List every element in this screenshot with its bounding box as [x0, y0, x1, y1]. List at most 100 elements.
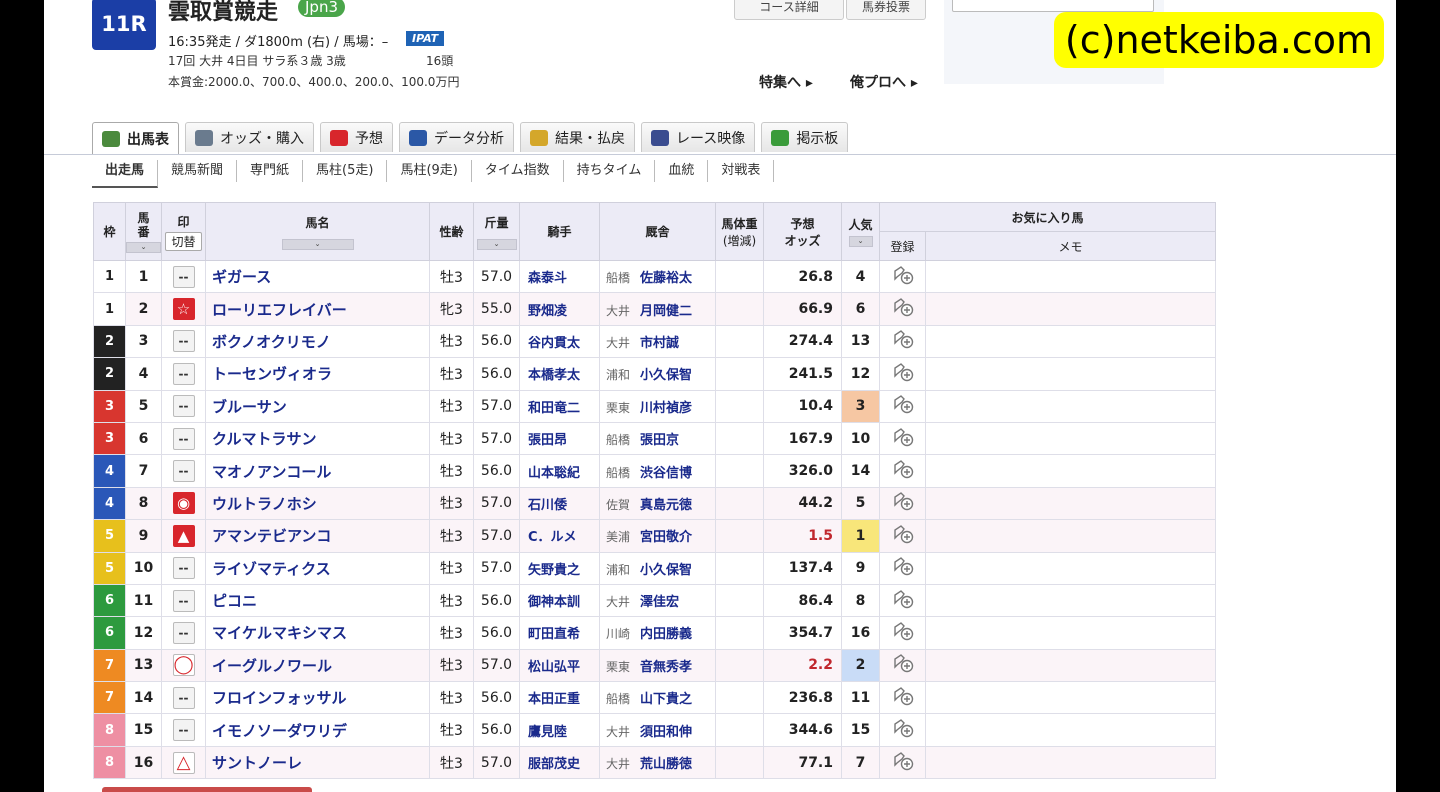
subtab-4[interactable]: 馬柱(9走): [387, 160, 472, 182]
memo-cell[interactable]: [925, 292, 1216, 326]
toggle-button[interactable]: 切替: [165, 231, 202, 251]
trainer-link[interactable]: 真島元徳: [640, 498, 692, 513]
memo-cell[interactable]: [925, 421, 1216, 456]
mark-button[interactable]: --: [172, 589, 195, 612]
sort-weight-icon[interactable]: ⌄: [476, 238, 517, 250]
jockey-link[interactable]: 森泰斗: [519, 259, 600, 294]
favorite-add-icon[interactable]: [879, 551, 926, 585]
tab-0[interactable]: 出馬表: [92, 122, 179, 155]
mark-button[interactable]: --: [172, 719, 195, 742]
jockey-link[interactable]: 石川倭: [519, 486, 600, 521]
horse-name-link[interactable]: アマンテビアンコ: [205, 519, 430, 553]
subtab-1[interactable]: 競馬新聞: [158, 160, 238, 182]
tab-3[interactable]: データ分析: [399, 122, 514, 152]
trainer-link[interactable]: 宮田敬介: [640, 530, 692, 545]
jockey-link[interactable]: 野畑凌: [519, 292, 600, 326]
memo-cell[interactable]: [925, 486, 1216, 521]
favorite-add-icon[interactable]: [879, 357, 926, 391]
favorite-add-icon[interactable]: [879, 519, 926, 553]
trainer-link[interactable]: 須田和伸: [640, 725, 692, 740]
tab-4[interactable]: 結果・払戻: [520, 122, 635, 152]
mark-button[interactable]: ◉: [172, 492, 195, 515]
jockey-link[interactable]: 町田直希: [519, 616, 600, 650]
tab-6[interactable]: 掲示板: [761, 122, 849, 152]
vote-button[interactable]: 馬券投票: [846, 0, 926, 20]
memo-cell[interactable]: [925, 648, 1216, 683]
memo-cell[interactable]: [925, 713, 1216, 747]
mark-button[interactable]: --: [172, 621, 195, 644]
subtab-3[interactable]: 馬柱(5走): [303, 160, 388, 182]
horse-name-link[interactable]: ボクノオクリモノ: [205, 324, 430, 359]
header-name[interactable]: 馬名 ⌄: [205, 202, 430, 261]
pro-link[interactable]: 俺プロへ ▸: [850, 72, 918, 92]
favorite-add-icon[interactable]: [879, 292, 926, 326]
trainer-link[interactable]: 渋谷信博: [640, 466, 692, 481]
memo-cell[interactable]: [925, 454, 1216, 488]
trainer-link[interactable]: 音無秀孝: [640, 660, 692, 675]
header-uma[interactable]: 馬番 ⌄: [125, 202, 162, 261]
mark-button[interactable]: ☆: [172, 298, 195, 321]
trainer-link[interactable]: 荒山勝徳: [640, 757, 692, 772]
sort-pop-icon[interactable]: ⌄: [848, 236, 873, 247]
favorite-add-icon[interactable]: [879, 583, 926, 618]
horse-name-link[interactable]: イーグルノワール: [205, 648, 430, 683]
mark-button[interactable]: --: [172, 265, 195, 288]
horse-name-link[interactable]: サントノーレ: [205, 745, 430, 780]
favorite-add-icon[interactable]: [879, 421, 926, 456]
subtab-8[interactable]: 対戦表: [708, 160, 775, 182]
special-link[interactable]: 特集へ ▸: [759, 72, 813, 92]
jockey-link[interactable]: 松山弘平: [519, 648, 600, 683]
jockey-link[interactable]: 矢野貴之: [519, 551, 600, 585]
memo-cell[interactable]: [925, 389, 1216, 423]
horse-name-link[interactable]: ライゾマティクス: [205, 551, 430, 585]
sort-uma-icon[interactable]: ⌄: [126, 241, 161, 253]
favorite-add-icon[interactable]: [879, 324, 926, 359]
trainer-link[interactable]: 山下貴之: [640, 692, 692, 707]
memo-cell[interactable]: [925, 583, 1216, 618]
subtab-0[interactable]: 出走馬: [92, 160, 159, 188]
trainer-link[interactable]: 月岡健二: [640, 304, 692, 319]
favorite-add-icon[interactable]: [879, 389, 926, 423]
memo-cell[interactable]: [925, 259, 1216, 294]
horse-name-link[interactable]: マオノアンコール: [205, 454, 430, 488]
horse-name-link[interactable]: マイケルマキシマス: [205, 616, 430, 650]
jockey-link[interactable]: 鷹見陸: [519, 713, 600, 747]
horse-name-link[interactable]: ピコニ: [205, 583, 430, 618]
favorite-add-icon[interactable]: [879, 259, 926, 294]
trainer-link[interactable]: 澤佳宏: [640, 595, 679, 610]
memo-cell[interactable]: [925, 616, 1216, 650]
course-detail-button[interactable]: コース詳細: [734, 0, 844, 20]
jockey-link[interactable]: 山本聡紀: [519, 454, 600, 488]
subtab-2[interactable]: 専門紙: [237, 160, 304, 182]
favorite-add-icon[interactable]: [879, 745, 926, 780]
trainer-link[interactable]: 市村誠: [640, 336, 679, 351]
trainer-link[interactable]: 小久保智: [640, 563, 692, 578]
horse-name-link[interactable]: トーセンヴィオラ: [205, 357, 430, 391]
favorite-add-icon[interactable]: [879, 616, 926, 650]
trainer-link[interactable]: 張田京: [640, 433, 679, 448]
mark-button[interactable]: △: [172, 751, 195, 774]
memo-cell[interactable]: [925, 357, 1216, 391]
horse-name-link[interactable]: フロインフォッサル: [205, 681, 430, 715]
ipat-badge[interactable]: IPAT: [406, 31, 445, 46]
favorite-add-icon[interactable]: [879, 681, 926, 715]
subtab-6[interactable]: 持ちタイム: [564, 160, 656, 182]
mark-button[interactable]: --: [172, 460, 195, 483]
trainer-link[interactable]: 内田勝義: [640, 627, 692, 642]
mark-button[interactable]: --: [172, 362, 195, 385]
jockey-link[interactable]: 谷内貫太: [519, 324, 600, 359]
jockey-link[interactable]: 本田正重: [519, 681, 600, 715]
jockey-link[interactable]: 和田竜二: [519, 389, 600, 423]
mark-button[interactable]: --: [172, 557, 195, 580]
header-weight[interactable]: 斤量 ⌄: [473, 202, 520, 261]
jockey-link[interactable]: 張田昂: [519, 421, 600, 456]
trainer-link[interactable]: 川村禎彦: [640, 401, 692, 416]
sort-name-icon[interactable]: ⌄: [281, 238, 354, 250]
jockey-link[interactable]: 御神本訓: [519, 583, 600, 618]
header-pop[interactable]: 人気 ⌄: [841, 202, 880, 261]
trainer-link[interactable]: 小久保智: [640, 368, 692, 383]
mark-button[interactable]: --: [172, 686, 195, 709]
jockey-link[interactable]: 本橋孝太: [519, 357, 600, 391]
mark-button[interactable]: --: [172, 427, 195, 450]
memo-cell[interactable]: [925, 324, 1216, 359]
